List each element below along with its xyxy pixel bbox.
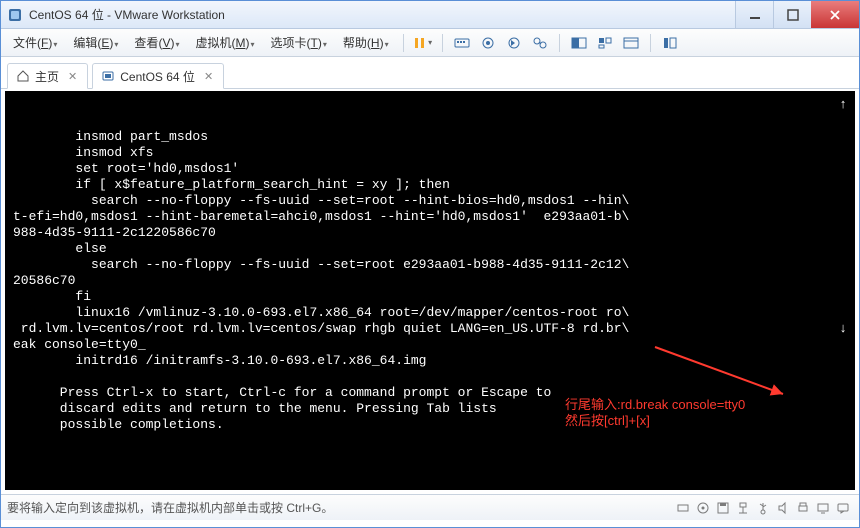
device-floppy-icon[interactable]: [714, 499, 732, 517]
message-log-icon[interactable]: [834, 499, 852, 517]
annotation-line2: 然后按[ctrl]+[x]: [565, 413, 745, 429]
device-hdd-icon[interactable]: [674, 499, 692, 517]
annotation-line1: 行尾输入:rd.break console=tty0: [565, 397, 745, 413]
window-title: CentOS 64 位 - VMware Workstation: [29, 6, 735, 23]
device-cd-icon[interactable]: [694, 499, 712, 517]
tab-home-label: 主页: [35, 68, 59, 85]
vm-icon: [101, 69, 115, 83]
menu-file[interactable]: 文件(F)▾: [7, 32, 63, 53]
scroll-up-indicator: ↑: [839, 97, 847, 112]
device-display-icon[interactable]: [814, 499, 832, 517]
menu-view[interactable]: 查看(V)▾: [128, 32, 185, 53]
separator: [559, 34, 560, 52]
status-text: 要将输入定向到该虚拟机，请在虚拟机内部单击或按 Ctrl+G。: [7, 499, 333, 516]
fullscreen-icon[interactable]: [568, 32, 590, 54]
window-titlebar: CentOS 64 位 - VMware Workstation: [1, 1, 859, 29]
app-icon: [7, 7, 23, 23]
tab-bar: 主页 ✕ CentOS 64 位 ✕: [1, 57, 859, 89]
snapshot-manager-icon[interactable]: [529, 32, 551, 54]
vm-console[interactable]: insmod part_msdos insmod xfs set root='h…: [1, 89, 859, 494]
device-printer-icon[interactable]: [794, 499, 812, 517]
console-view-icon[interactable]: [620, 32, 642, 54]
menu-help[interactable]: 帮助(H)▾: [337, 32, 395, 53]
device-network-icon[interactable]: [734, 499, 752, 517]
terminal-output: insmod part_msdos insmod xfs set root='h…: [5, 91, 855, 490]
status-bar: 要将输入定向到该虚拟机，请在虚拟机内部单击或按 Ctrl+G。: [1, 494, 859, 520]
tab-home-close-icon[interactable]: ✕: [68, 70, 77, 83]
snapshot-revert-icon[interactable]: [503, 32, 525, 54]
separator: [650, 34, 651, 52]
separator: [403, 34, 404, 52]
menu-edit[interactable]: 编辑(E)▾: [67, 32, 124, 53]
close-button[interactable]: [811, 1, 859, 28]
device-usb-icon[interactable]: [754, 499, 772, 517]
scroll-down-indicator: ↓: [839, 321, 847, 336]
annotation-text: 行尾输入:rd.break console=tty0 然后按[ctrl]+[x]: [565, 397, 745, 429]
window-controls: [735, 1, 859, 28]
home-icon: [16, 69, 30, 83]
separator: [442, 34, 443, 52]
tab-vm-close-icon[interactable]: ✕: [204, 70, 213, 83]
library-icon[interactable]: [659, 32, 681, 54]
maximize-button[interactable]: [773, 1, 811, 28]
menubar: 文件(F)▾ 编辑(E)▾ 查看(V)▾ 虚拟机(M)▾ 选项卡(T)▾ 帮助(…: [1, 29, 859, 57]
unity-icon[interactable]: [594, 32, 616, 54]
menu-tabs[interactable]: 选项卡(T)▾: [265, 32, 333, 53]
send-keys-icon[interactable]: [451, 32, 473, 54]
menu-vm[interactable]: 虚拟机(M)▾: [189, 32, 260, 53]
minimize-button[interactable]: [735, 1, 773, 28]
tab-home[interactable]: 主页 ✕: [7, 63, 88, 89]
device-sound-icon[interactable]: [774, 499, 792, 517]
pause-button[interactable]: ▾: [412, 32, 434, 54]
tab-vm-centos[interactable]: CentOS 64 位 ✕: [92, 63, 224, 89]
tab-vm-label: CentOS 64 位: [120, 68, 195, 85]
snapshot-icon[interactable]: [477, 32, 499, 54]
